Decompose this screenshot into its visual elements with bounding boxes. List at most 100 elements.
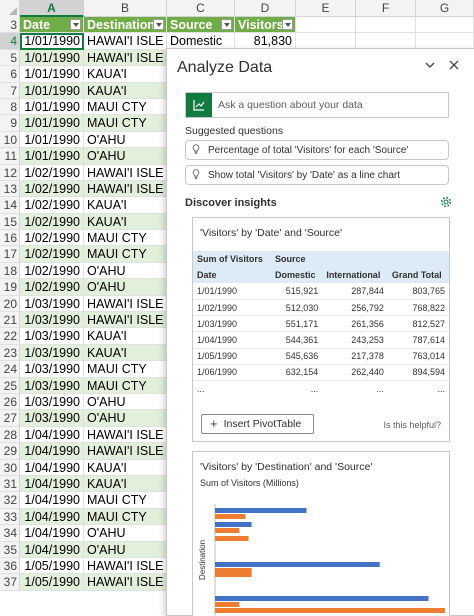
cell[interactable]: 1/01/1990 <box>20 49 84 67</box>
cell[interactable] <box>416 17 474 34</box>
cell[interactable]: MAUI CTY <box>84 98 167 116</box>
cell[interactable]: 1/01/1990 <box>20 33 84 50</box>
row-number[interactable]: 27 <box>0 410 20 427</box>
row-number[interactable]: 28 <box>0 426 20 444</box>
cell[interactable]: 1/02/1990 <box>20 213 84 231</box>
cell[interactable]: O'AHU <box>84 410 167 427</box>
column-header-e[interactable]: E <box>296 0 356 17</box>
cell[interactable]: 1/04/1990 <box>20 492 84 509</box>
cell[interactable]: HAWAI'I ISLE <box>84 574 167 591</box>
cell[interactable]: HAWAI'I ISLE <box>84 295 167 313</box>
cell[interactable]: KAUA'I <box>84 197 167 214</box>
row-number[interactable]: 16 <box>0 230 20 247</box>
cell[interactable]: MAUI CTY <box>84 377 167 394</box>
cell[interactable]: 1/02/1990 <box>20 246 84 263</box>
row-number[interactable]: 7 <box>0 82 20 99</box>
row-number[interactable]: 5 <box>0 49 20 67</box>
cell[interactable]: KAUA'I <box>84 82 167 99</box>
table-header-cell[interactable]: Source <box>167 17 235 34</box>
row-number[interactable]: 20 <box>0 295 20 313</box>
cell[interactable]: HAWAI'I ISLE <box>84 443 167 460</box>
filter-dropdown-icon[interactable] <box>221 19 232 30</box>
column-header-b[interactable]: B <box>84 0 167 17</box>
cell[interactable]: 1/02/1990 <box>20 180 84 198</box>
cell[interactable]: 1/01/1990 <box>20 148 84 165</box>
cell[interactable]: MAUI CTY <box>84 508 167 526</box>
cell[interactable]: 1/04/1990 <box>20 508 84 526</box>
cell[interactable]: 1/03/1990 <box>20 393 84 411</box>
cell[interactable]: KAUA'I <box>84 213 167 231</box>
row-number[interactable]: 3 <box>0 17 20 34</box>
filter-dropdown-icon[interactable] <box>70 19 81 30</box>
cell[interactable]: 1/04/1990 <box>20 475 84 493</box>
row-number[interactable]: 14 <box>0 197 20 214</box>
cell[interactable]: MAUI CTY <box>84 230 167 247</box>
cell[interactable]: HAWAI'I ISLE <box>84 33 167 50</box>
cell[interactable]: 1/02/1990 <box>20 164 84 181</box>
chevron-down-icon[interactable] <box>422 59 438 75</box>
cell[interactable]: 1/03/1990 <box>20 377 84 394</box>
row-number[interactable]: 18 <box>0 262 20 280</box>
cell[interactable]: KAUA'I <box>84 459 167 476</box>
cell[interactable]: 1/01/1990 <box>20 115 84 132</box>
cell[interactable]: 1/02/1990 <box>20 197 84 214</box>
row-number[interactable]: 33 <box>0 508 20 526</box>
column-header-g[interactable]: G <box>416 0 474 17</box>
filter-dropdown-icon[interactable] <box>282 19 293 30</box>
column-header-a[interactable]: A <box>20 0 84 17</box>
cell[interactable]: 1/03/1990 <box>20 328 84 345</box>
row-number[interactable]: 23 <box>0 344 20 362</box>
row-number[interactable]: 8 <box>0 98 20 116</box>
cell[interactable]: HAWAI'I ISLE <box>84 557 167 575</box>
row-number[interactable]: 26 <box>0 393 20 411</box>
cell[interactable]: KAUA'I <box>84 328 167 345</box>
cell[interactable]: 1/01/1990 <box>20 98 84 116</box>
table-header-cell[interactable]: Date <box>20 17 84 34</box>
ask-question-input[interactable] <box>212 94 448 116</box>
cell[interactable]: 1/04/1990 <box>20 525 84 542</box>
gear-icon[interactable] <box>440 196 452 211</box>
cell[interactable]: 1/01/1990 <box>20 66 84 83</box>
select-all-corner[interactable] <box>0 0 20 17</box>
row-number[interactable]: 29 <box>0 443 20 460</box>
cell[interactable]: 1/04/1990 <box>20 459 84 476</box>
cell[interactable]: 1/03/1990 <box>20 295 84 313</box>
cell[interactable]: O'AHU <box>84 393 167 411</box>
table-header-cell[interactable]: Destination <box>84 17 167 34</box>
cell[interactable]: 1/02/1990 <box>20 262 84 280</box>
cell[interactable]: 1/02/1990 <box>20 230 84 247</box>
row-number[interactable]: 6 <box>0 66 20 83</box>
row-number[interactable]: 10 <box>0 131 20 149</box>
cell[interactable]: O'AHU <box>84 148 167 165</box>
row-number[interactable]: 17 <box>0 246 20 263</box>
close-icon[interactable] <box>446 59 462 75</box>
row-number[interactable]: 25 <box>0 377 20 394</box>
row-number[interactable]: 15 <box>0 213 20 231</box>
cell[interactable]: 1/01/1990 <box>20 82 84 99</box>
cell[interactable]: MAUI CTY <box>84 115 167 132</box>
cell[interactable]: 1/03/1990 <box>20 344 84 362</box>
cell[interactable]: O'AHU <box>84 525 167 542</box>
column-header-c[interactable]: C <box>167 0 235 17</box>
cell[interactable]: KAUA'I <box>84 344 167 362</box>
cell[interactable]: 1/04/1990 <box>20 426 84 444</box>
cell[interactable]: 1/03/1990 <box>20 312 84 329</box>
cell[interactable]: 1/03/1990 <box>20 410 84 427</box>
cell[interactable]: MAUI CTY <box>84 492 167 509</box>
row-number[interactable]: 21 <box>0 312 20 329</box>
cell[interactable]: HAWAI'I ISLE <box>84 164 167 181</box>
cell[interactable]: 1/01/1990 <box>20 131 84 149</box>
table-header-cell[interactable]: Visitors <box>235 17 296 34</box>
column-header-f[interactable]: F <box>356 0 416 17</box>
cell[interactable] <box>296 17 356 34</box>
row-number[interactable]: 35 <box>0 541 20 558</box>
filter-dropdown-icon[interactable] <box>153 19 164 30</box>
row-number[interactable]: 32 <box>0 492 20 509</box>
row-number[interactable]: 34 <box>0 525 20 542</box>
suggestion-line-chart[interactable]: Show total 'Visitors' by 'Date' as a lin… <box>185 165 449 185</box>
cell[interactable]: HAWAI'I ISLE <box>84 426 167 444</box>
row-number[interactable]: 30 <box>0 459 20 476</box>
suggestion-percentage-visitors[interactable]: Percentage of total 'Visitors' for each … <box>185 140 449 160</box>
row-number[interactable]: 13 <box>0 180 20 198</box>
cell[interactable]: O'AHU <box>84 279 167 296</box>
